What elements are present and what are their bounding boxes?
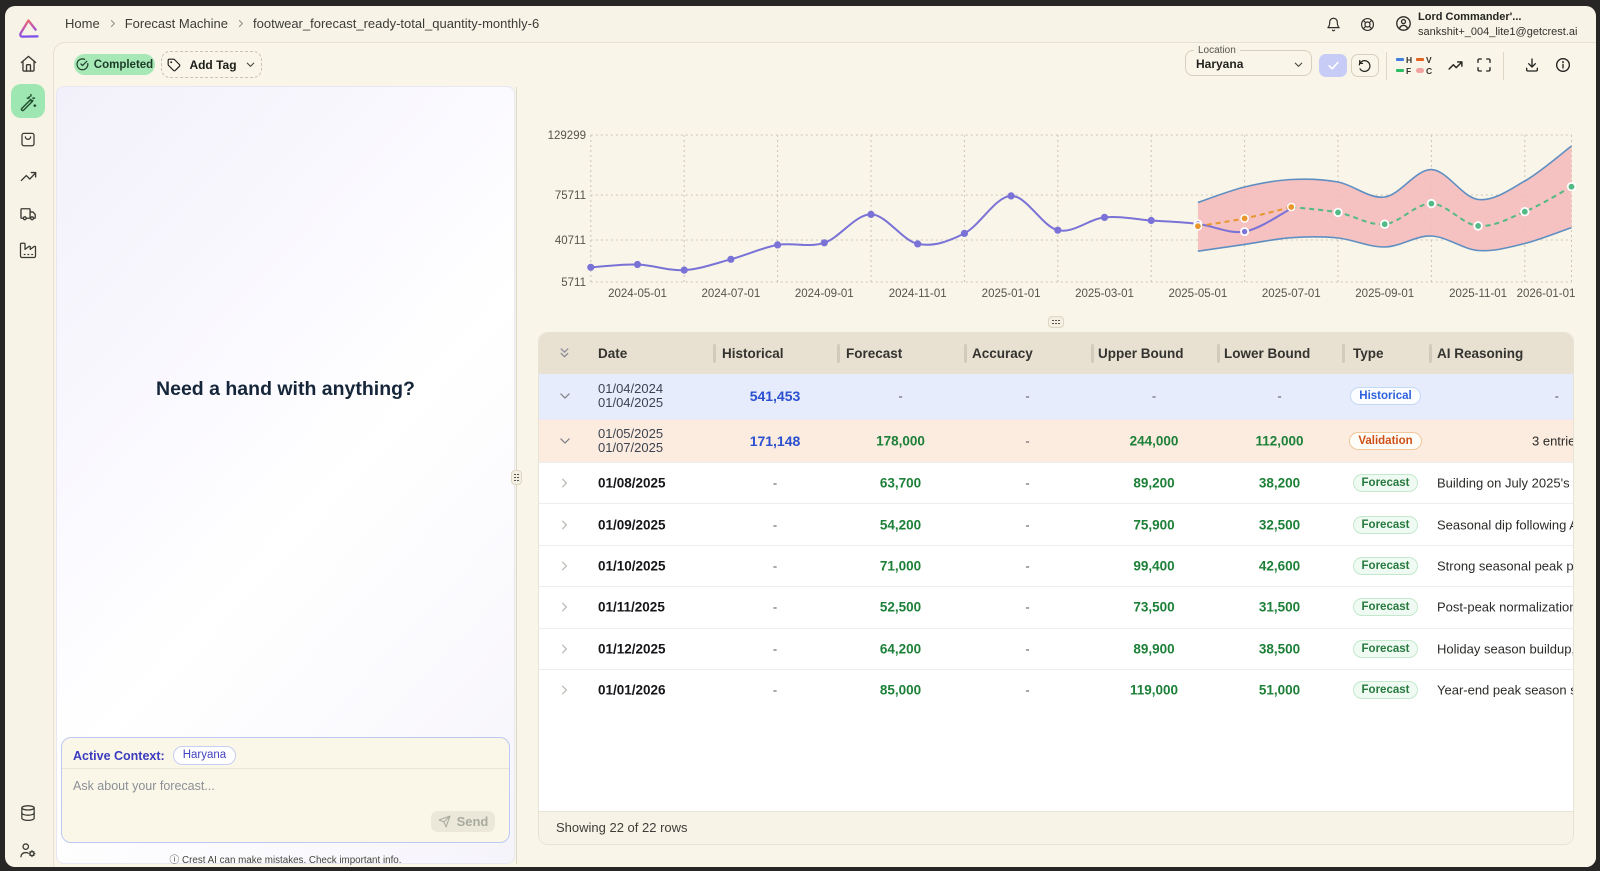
- svg-text:129299: 129299: [548, 130, 586, 142]
- svg-text:2025-01-01: 2025-01-01: [982, 288, 1041, 300]
- svg-text:2024-11-01: 2024-11-01: [889, 288, 947, 300]
- svg-text:5711: 5711: [561, 277, 586, 289]
- svg-text:2025-09-01: 2025-09-01: [1355, 288, 1414, 300]
- svg-text:40711: 40711: [555, 235, 586, 247]
- svg-text:2025-05-01: 2025-05-01: [1168, 288, 1227, 300]
- svg-text:2024-09-01: 2024-09-01: [795, 288, 854, 300]
- svg-text:2025-11-01: 2025-11-01: [1449, 288, 1507, 300]
- svg-text:2025-03-01: 2025-03-01: [1075, 288, 1134, 300]
- svg-text:2024-05-01: 2024-05-01: [608, 288, 667, 300]
- svg-text:75711: 75711: [555, 190, 586, 202]
- svg-text:2024-07-01: 2024-07-01: [701, 288, 760, 300]
- svg-text:2026-01-01: 2026-01-01: [1517, 288, 1576, 300]
- svg-text:2025-07-01: 2025-07-01: [1262, 288, 1321, 300]
